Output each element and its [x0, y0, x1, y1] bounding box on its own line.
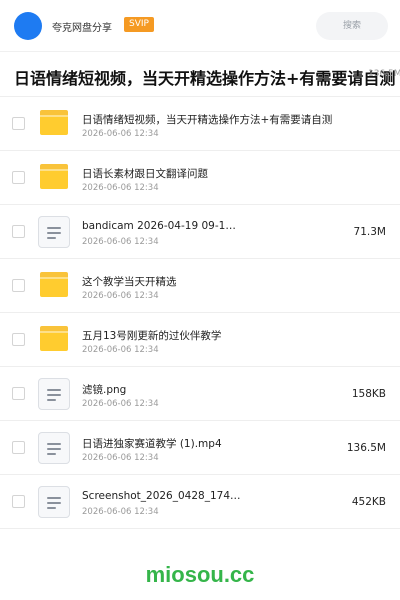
folder-icon — [40, 110, 68, 135]
checkbox[interactable] — [12, 495, 25, 508]
top-bar: 夸克网盘分享 SVIP — [0, 0, 400, 52]
item-name: 日语长素材跟日文翻译问题 — [82, 168, 208, 180]
item-size: 136.5M — [346, 442, 386, 454]
list-item[interactable]: 日语进独家赛道教学 (1).mp4 2026-06-06 12:34 136.5… — [0, 421, 400, 475]
item-name: 这个教学当天开精选 — [82, 276, 177, 288]
list-item[interactable]: bandicam 2026-04-19 09-14… 2026-06-06 12… — [0, 205, 400, 259]
checkbox[interactable] — [12, 171, 25, 184]
list-item[interactable]: 五月13号刚更新的过伙伴教学 2026-06-06 12:34 — [0, 313, 400, 367]
item-date: 2026-06-06 12:34 — [82, 291, 159, 301]
item-name: Screenshot_2026_0428_1749… — [82, 490, 242, 502]
folder-size: 136.5M — [368, 69, 400, 79]
item-date: 2026-06-06 12:34 — [82, 453, 159, 463]
item-date: 2026-06-06 12:34 — [82, 129, 159, 139]
document-icon — [38, 378, 70, 410]
list-item[interactable]: 日语长素材跟日文翻译问题 2026-06-06 12:34 — [0, 151, 400, 205]
svip-badge: SVIP — [124, 17, 154, 32]
checkbox[interactable] — [12, 387, 25, 400]
item-date: 2026-06-06 12:34 — [82, 345, 159, 355]
watermark: miosou.cc — [145, 562, 255, 587]
folder-icon — [40, 272, 68, 297]
folder-title-bar: 日语情绪短视频，当天开精选操作方法+有需要请自测 136.5M — [0, 53, 400, 97]
item-name: 日语进独家赛道教学 (1).mp4 — [82, 438, 222, 450]
folder-icon — [40, 326, 68, 351]
item-size: 158KB — [351, 388, 386, 400]
checkbox[interactable] — [12, 333, 25, 346]
document-icon — [38, 432, 70, 464]
item-date: 2026-06-06 12:34 — [82, 183, 159, 193]
item-size: 452KB — [351, 496, 386, 508]
item-date: 2026-06-06 12:34 — [82, 237, 159, 247]
list-item[interactable]: 滤镜.png 2026-06-06 12:34 158KB — [0, 367, 400, 421]
item-name: 日语情绪短视频，当天开精选操作方法+有需要请自测 — [82, 114, 333, 126]
checkbox[interactable] — [12, 117, 25, 130]
item-date: 2026-06-06 12:34 — [82, 399, 159, 409]
item-size: 71.3M — [353, 226, 386, 238]
list-item[interactable]: Screenshot_2026_0428_1749… 2026-06-06 12… — [0, 475, 400, 529]
checkbox[interactable] — [12, 225, 25, 238]
item-name: 滤镜.png — [82, 384, 127, 396]
item-date: 2026-06-06 12:34 — [82, 507, 159, 517]
list-item[interactable]: 日语情绪短视频，当天开精选操作方法+有需要请自测 2026-06-06 12:3… — [0, 97, 400, 151]
page-title: 日语情绪短视频，当天开精选操作方法+有需要请自测 — [14, 69, 396, 88]
checkbox[interactable] — [12, 441, 25, 454]
document-icon — [38, 216, 70, 248]
item-name: bandicam 2026-04-19 09-14… — [82, 220, 242, 232]
checkbox[interactable] — [12, 279, 25, 292]
avatar[interactable] — [14, 12, 42, 40]
list-item[interactable]: 这个教学当天开精选 2026-06-06 12:34 — [0, 259, 400, 313]
search-input[interactable] — [316, 12, 388, 40]
user-name: 夸克网盘分享 — [52, 23, 112, 34]
document-icon — [38, 486, 70, 518]
item-name: 五月13号刚更新的过伙伴教学 — [82, 330, 222, 342]
folder-icon — [40, 164, 68, 189]
file-list: 日语情绪短视频，当天开精选操作方法+有需要请自测 2026-06-06 12:3… — [0, 97, 400, 529]
